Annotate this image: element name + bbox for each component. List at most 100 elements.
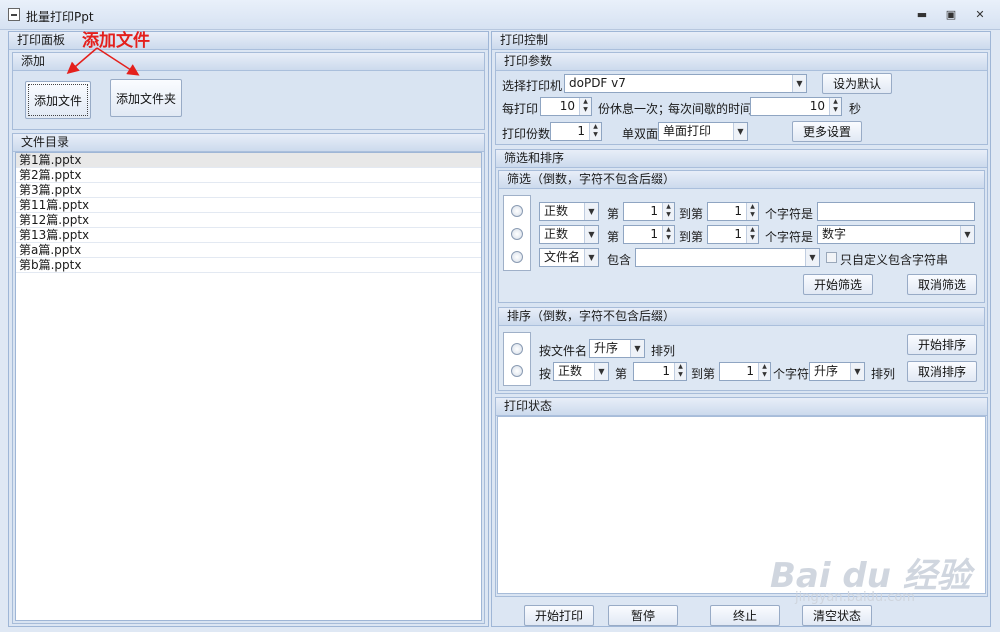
list-item[interactable]: 第b篇.pptx bbox=[16, 258, 481, 273]
duplex-select[interactable]: 单面打印 ▼ bbox=[658, 122, 748, 141]
chevron-down-icon: ▼ bbox=[792, 75, 806, 92]
print-params-title: 打印参数 bbox=[496, 53, 987, 71]
printer-label: 选择打印机 bbox=[502, 79, 563, 93]
filter3-value-select[interactable]: ▼ bbox=[635, 248, 820, 267]
filter1-from-spinner[interactable]: 1 ▲ ▼ bbox=[623, 202, 675, 221]
sort1-order-select[interactable]: 升序 ▼ bbox=[589, 339, 645, 358]
filter-radio-2[interactable] bbox=[511, 228, 523, 240]
minimize-button[interactable]: ▬ bbox=[913, 8, 931, 22]
clear-status-button[interactable]: 清空状态 bbox=[802, 605, 872, 626]
start-sort-button[interactable]: 开始排序 bbox=[907, 334, 977, 355]
filter2-mode: 正数 bbox=[544, 227, 569, 241]
spinner-arrows-icon[interactable]: ▲ ▼ bbox=[758, 363, 770, 380]
list-item[interactable]: 第a篇.pptx bbox=[16, 243, 481, 258]
filter1-dao: 到第 bbox=[679, 207, 704, 221]
filter-radio-1[interactable] bbox=[511, 205, 523, 217]
print-status-title: 打印状态 bbox=[496, 398, 987, 416]
filter2-to-spinner[interactable]: 1 ▲ ▼ bbox=[707, 225, 759, 244]
sort-group: 排序（倒数，字符不包含后缀） 按文件名 升序 ▼ 排列 按 正数 ▼ 第 1 ▲… bbox=[498, 307, 985, 391]
sort1-arrange: 排列 bbox=[651, 344, 676, 358]
sort-radio-1[interactable] bbox=[511, 343, 523, 355]
list-item[interactable]: 第2篇.pptx bbox=[16, 168, 481, 183]
list-item[interactable]: 第13篇.pptx bbox=[16, 228, 481, 243]
file-list[interactable]: 第1篇.pptx 第2篇.pptx 第3篇.pptx 第11篇.pptx 第12… bbox=[15, 152, 482, 621]
filter2-di: 第 bbox=[607, 230, 620, 244]
filter1-value-input[interactable] bbox=[817, 202, 975, 221]
custom-only-checkbox[interactable] bbox=[826, 252, 837, 263]
list-item[interactable]: 第3篇.pptx bbox=[16, 183, 481, 198]
seconds-label: 秒 bbox=[849, 102, 862, 116]
spinner-arrows-icon[interactable]: ▲ ▼ bbox=[746, 226, 758, 243]
filter3-contains: 包含 bbox=[607, 253, 632, 267]
title-bar: 批量打印Ppt ▬ ▣ ✕ bbox=[0, 0, 1000, 30]
start-print-button[interactable]: 开始打印 bbox=[524, 605, 594, 626]
custom-only-label: 只自定义包含字符串 bbox=[840, 253, 949, 267]
filter2-dao: 到第 bbox=[679, 230, 704, 244]
chevron-down-icon: ▼ bbox=[584, 226, 598, 243]
restore-button[interactable]: ▣ bbox=[942, 8, 960, 22]
pause-button[interactable]: 暂停 bbox=[608, 605, 678, 626]
add-folder-button[interactable]: 添加文件夹 bbox=[110, 79, 182, 117]
window-title: 批量打印Ppt bbox=[26, 10, 94, 24]
filter3-mode-select[interactable]: 文件名 ▼ bbox=[539, 248, 599, 267]
duplex-label: 单双面 bbox=[622, 127, 659, 141]
sort2-arrange: 排列 bbox=[871, 367, 896, 381]
watermark-url: jingyan.baidu.com bbox=[795, 590, 915, 605]
stop-button[interactable]: 终止 bbox=[710, 605, 780, 626]
sort2-order-select[interactable]: 升序 ▼ bbox=[809, 362, 865, 381]
annotation-arrows bbox=[66, 47, 140, 76]
sort2-to: 1 bbox=[746, 364, 754, 378]
filter-radio-3[interactable] bbox=[511, 251, 523, 263]
spinner-arrows-icon[interactable]: ▲ ▼ bbox=[674, 363, 686, 380]
printer-icon bbox=[8, 8, 20, 21]
sort2-from: 1 bbox=[662, 364, 670, 378]
filter-group: 筛选（倒数，字符不包含后缀） 正数 ▼ 第 1 ▲ ▼ 到第 1 ▲ ▼ 个字符是 bbox=[498, 170, 985, 303]
set-default-button[interactable]: 设为默认 bbox=[822, 73, 892, 94]
copies-value: 1 bbox=[577, 124, 585, 138]
spinner-arrows-icon[interactable]: ▲ ▼ bbox=[746, 203, 758, 220]
start-filter-button[interactable]: 开始筛选 bbox=[803, 274, 873, 295]
filter1-from: 1 bbox=[650, 204, 658, 218]
spinner-arrows-icon[interactable]: ▲ ▼ bbox=[589, 123, 601, 140]
filter-radio-box bbox=[503, 195, 531, 271]
spinner-arrows-icon[interactable]: ▲ ▼ bbox=[662, 203, 674, 220]
filter2-to: 1 bbox=[734, 227, 742, 241]
filter2-value-select[interactable]: 数字 ▼ bbox=[817, 225, 975, 244]
spinner-arrows-icon[interactable]: ▲ ▼ bbox=[829, 98, 841, 115]
more-settings-button[interactable]: 更多设置 bbox=[792, 121, 862, 142]
filter1-to-spinner[interactable]: 1 ▲ ▼ bbox=[707, 202, 759, 221]
rest-label: 份休息一次； bbox=[598, 102, 671, 116]
filter2-from-spinner[interactable]: 1 ▲ ▼ bbox=[623, 225, 675, 244]
copies-spinner[interactable]: 1 ▲ ▼ bbox=[550, 122, 602, 141]
printer-select[interactable]: doPDF v7 ▼ bbox=[564, 74, 807, 93]
add-file-button[interactable]: 添加文件 bbox=[25, 81, 91, 119]
list-item[interactable]: 第1篇.pptx bbox=[16, 153, 481, 168]
chevron-down-icon: ▼ bbox=[850, 363, 864, 380]
filter1-to: 1 bbox=[734, 204, 742, 218]
filter2-mode-select[interactable]: 正数 ▼ bbox=[539, 225, 599, 244]
filter1-mode-select[interactable]: 正数 ▼ bbox=[539, 202, 599, 221]
sort-radio-2[interactable] bbox=[511, 365, 523, 377]
list-item[interactable]: 第12篇.pptx bbox=[16, 213, 481, 228]
spinner-arrows-icon[interactable]: ▲ ▼ bbox=[662, 226, 674, 243]
sort2-di: 第 bbox=[615, 367, 628, 381]
sort2-chars: 个字符 bbox=[773, 367, 810, 381]
interval-spinner[interactable]: 10 ▲ ▼ bbox=[750, 97, 842, 116]
filter-sort-group: 筛选和排序 筛选（倒数，字符不包含后缀） 正数 ▼ 第 1 ▲ ▼ 到第 1 ▲ ▼ bbox=[495, 149, 988, 394]
chevron-down-icon: ▼ bbox=[584, 203, 598, 220]
close-button[interactable]: ✕ bbox=[971, 8, 989, 22]
list-item[interactable]: 第11篇.pptx bbox=[16, 198, 481, 213]
filter1-chars-is: 个字符是 bbox=[765, 207, 814, 221]
sort2-from-spinner[interactable]: 1 ▲ ▼ bbox=[633, 362, 687, 381]
file-list-title: 文件目录 bbox=[13, 134, 484, 152]
filter1-mode: 正数 bbox=[544, 204, 569, 218]
cancel-sort-button[interactable]: 取消排序 bbox=[907, 361, 977, 382]
print-control-title: 打印控制 bbox=[492, 32, 990, 50]
sort2-mode-select[interactable]: 正数 ▼ bbox=[553, 362, 609, 381]
chevron-down-icon: ▼ bbox=[960, 226, 974, 243]
sort2-to-spinner[interactable]: 1 ▲ ▼ bbox=[719, 362, 771, 381]
cancel-filter-button[interactable]: 取消筛选 bbox=[907, 274, 977, 295]
per-print-spinner[interactable]: 10 ▲ ▼ bbox=[540, 97, 592, 116]
spinner-arrows-icon[interactable]: ▲ ▼ bbox=[579, 98, 591, 115]
sort2-dao: 到第 bbox=[691, 367, 716, 381]
